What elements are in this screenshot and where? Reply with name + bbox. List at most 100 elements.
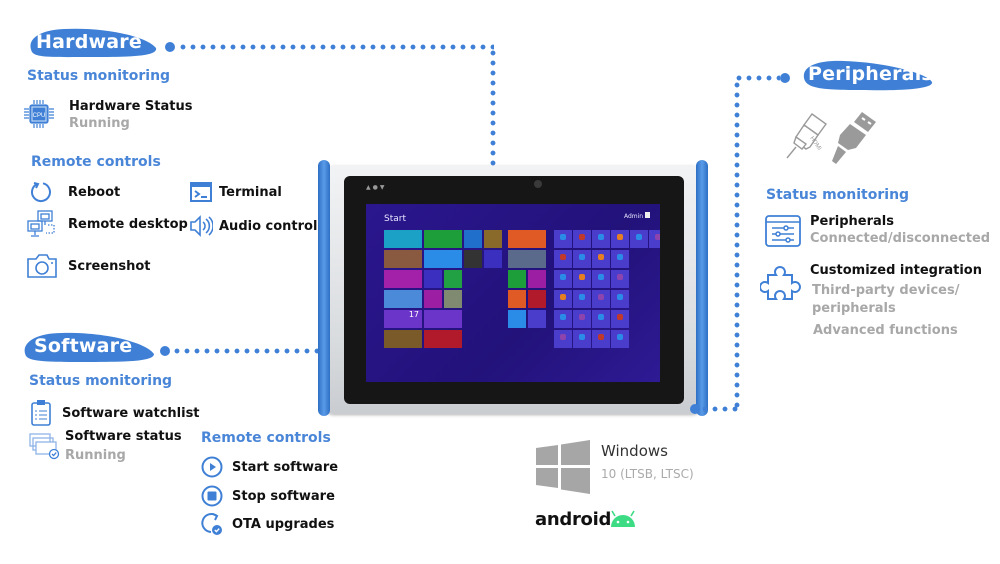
sliders-window-icon — [764, 213, 802, 249]
weather-tile — [424, 250, 462, 268]
remote-desktop-icon — [26, 208, 58, 240]
app-tile-glyph — [617, 274, 623, 280]
chrome-tile — [464, 250, 482, 268]
reboot-button[interactable]: Reboot — [28, 176, 120, 208]
screenshot-button[interactable]: Screenshot — [26, 250, 151, 282]
video-app-tile — [528, 290, 546, 308]
store-tile — [444, 270, 462, 288]
tablet-bezel: ▲●▼ Start Admin 17 — [344, 176, 684, 404]
app-tile — [554, 230, 572, 248]
status-leds: ▲●▼ — [366, 184, 387, 191]
app-tile — [611, 330, 629, 348]
ota-upgrades-button[interactable]: OTA upgrades — [200, 508, 334, 540]
user-avatar-icon — [645, 212, 650, 218]
screenshot-label: Screenshot — [68, 258, 151, 274]
tablet-bumper-right — [696, 160, 708, 416]
app-tile-glyph — [560, 334, 566, 340]
svg-text:CPU: CPU — [33, 113, 46, 119]
cpu-icon: CPU — [22, 98, 56, 130]
app-tile — [592, 250, 610, 268]
tablet-device-image: ▲●▼ Start Admin 17 — [318, 160, 708, 418]
video-tile — [384, 330, 422, 348]
connector-dot — [690, 404, 700, 414]
app-tile-glyph — [617, 314, 623, 320]
connector-line — [700, 406, 740, 412]
news-tile — [424, 230, 462, 248]
software-status-heading: Status monitoring — [29, 373, 173, 389]
travel-tile — [508, 230, 546, 248]
windows-name: Windows — [601, 442, 668, 460]
app-tile-glyph — [579, 234, 585, 240]
calendar-tile: 17 — [384, 310, 422, 328]
hardware-status-heading: Status monitoring — [27, 68, 171, 84]
app-tile — [573, 310, 591, 328]
app-tile — [630, 230, 648, 248]
hardware-remote-heading: Remote controls — [31, 154, 161, 170]
audio-control-button[interactable]: Audio control — [189, 210, 317, 242]
desktop-tile — [384, 290, 422, 308]
start-software-button[interactable]: Start software — [200, 451, 338, 483]
user-label: Admin — [624, 212, 650, 220]
app-tile-glyph — [598, 294, 604, 300]
software-status-value: Running — [65, 448, 126, 463]
hardware-status-item[interactable]: CPU Hardware Status Running — [22, 98, 192, 133]
android-wordmark: android — [535, 509, 612, 530]
music-tile — [508, 290, 526, 308]
software-status-item[interactable]: Software status Running — [28, 428, 182, 465]
peripherals-status-item[interactable]: Peripherals Connected/disconnected — [764, 213, 990, 249]
app-tile — [573, 330, 591, 348]
app-tile-glyph — [598, 254, 604, 260]
user-name: Admin — [623, 213, 644, 220]
audio-icon — [189, 210, 213, 242]
app-tile — [611, 270, 629, 288]
notes-tile — [484, 230, 502, 248]
finance-tile — [424, 310, 462, 328]
app-tile — [592, 270, 610, 288]
audio-control-label: Audio control — [219, 218, 318, 234]
app-tile — [573, 230, 591, 248]
connector-line — [734, 75, 780, 81]
reboot-label: Reboot — [68, 184, 121, 200]
calendar-date: 17 — [408, 310, 419, 319]
hardware-status-label: Hardware Status — [69, 99, 193, 114]
remote-desktop-button[interactable]: Remote desktop — [26, 208, 188, 240]
start-software-label: Start software — [232, 459, 339, 475]
play-icon — [200, 451, 224, 483]
app-tile-glyph — [598, 234, 604, 240]
puzzle-icon — [760, 262, 806, 302]
app-tile — [554, 330, 572, 348]
camera-lens — [534, 180, 542, 188]
app-tile — [573, 250, 591, 268]
app-tile-glyph — [617, 334, 623, 340]
app-tile-glyph — [560, 274, 566, 280]
app-tile — [649, 230, 660, 248]
photo-tile — [508, 250, 546, 268]
terminal-button[interactable]: Terminal — [189, 176, 282, 208]
custom-integration-item[interactable]: Customized integration Third-party devic… — [760, 262, 982, 340]
connector-line — [734, 80, 740, 412]
messaging-tile — [384, 270, 422, 288]
sports-tile — [424, 330, 462, 348]
app-tile-glyph — [617, 294, 623, 300]
app-tile — [611, 290, 629, 308]
app-tile-glyph — [598, 334, 604, 340]
software-status-label: Software status — [65, 429, 182, 444]
connector-dot — [780, 73, 790, 83]
peripherals-status-heading: Status monitoring — [766, 187, 910, 203]
terminal-icon — [189, 176, 213, 208]
app-tile — [611, 230, 629, 248]
app-tile — [611, 310, 629, 328]
connector-dot — [160, 346, 170, 356]
app-tile — [573, 290, 591, 308]
hardware-status-value: Running — [69, 116, 130, 131]
tablet-bumper-left — [318, 160, 330, 416]
software-watchlist-item[interactable]: Software watchlist — [28, 397, 200, 429]
ie-tile — [424, 270, 442, 288]
app-tile — [611, 250, 629, 268]
onedrive-tile — [464, 230, 482, 248]
ota-upgrades-label: OTA upgrades — [232, 516, 335, 532]
remote-desktop-label: Remote desktop — [68, 216, 188, 232]
android-robot-icon — [609, 510, 637, 532]
peripherals-badge: Peripherals — [800, 58, 934, 92]
app-tile — [554, 250, 572, 268]
